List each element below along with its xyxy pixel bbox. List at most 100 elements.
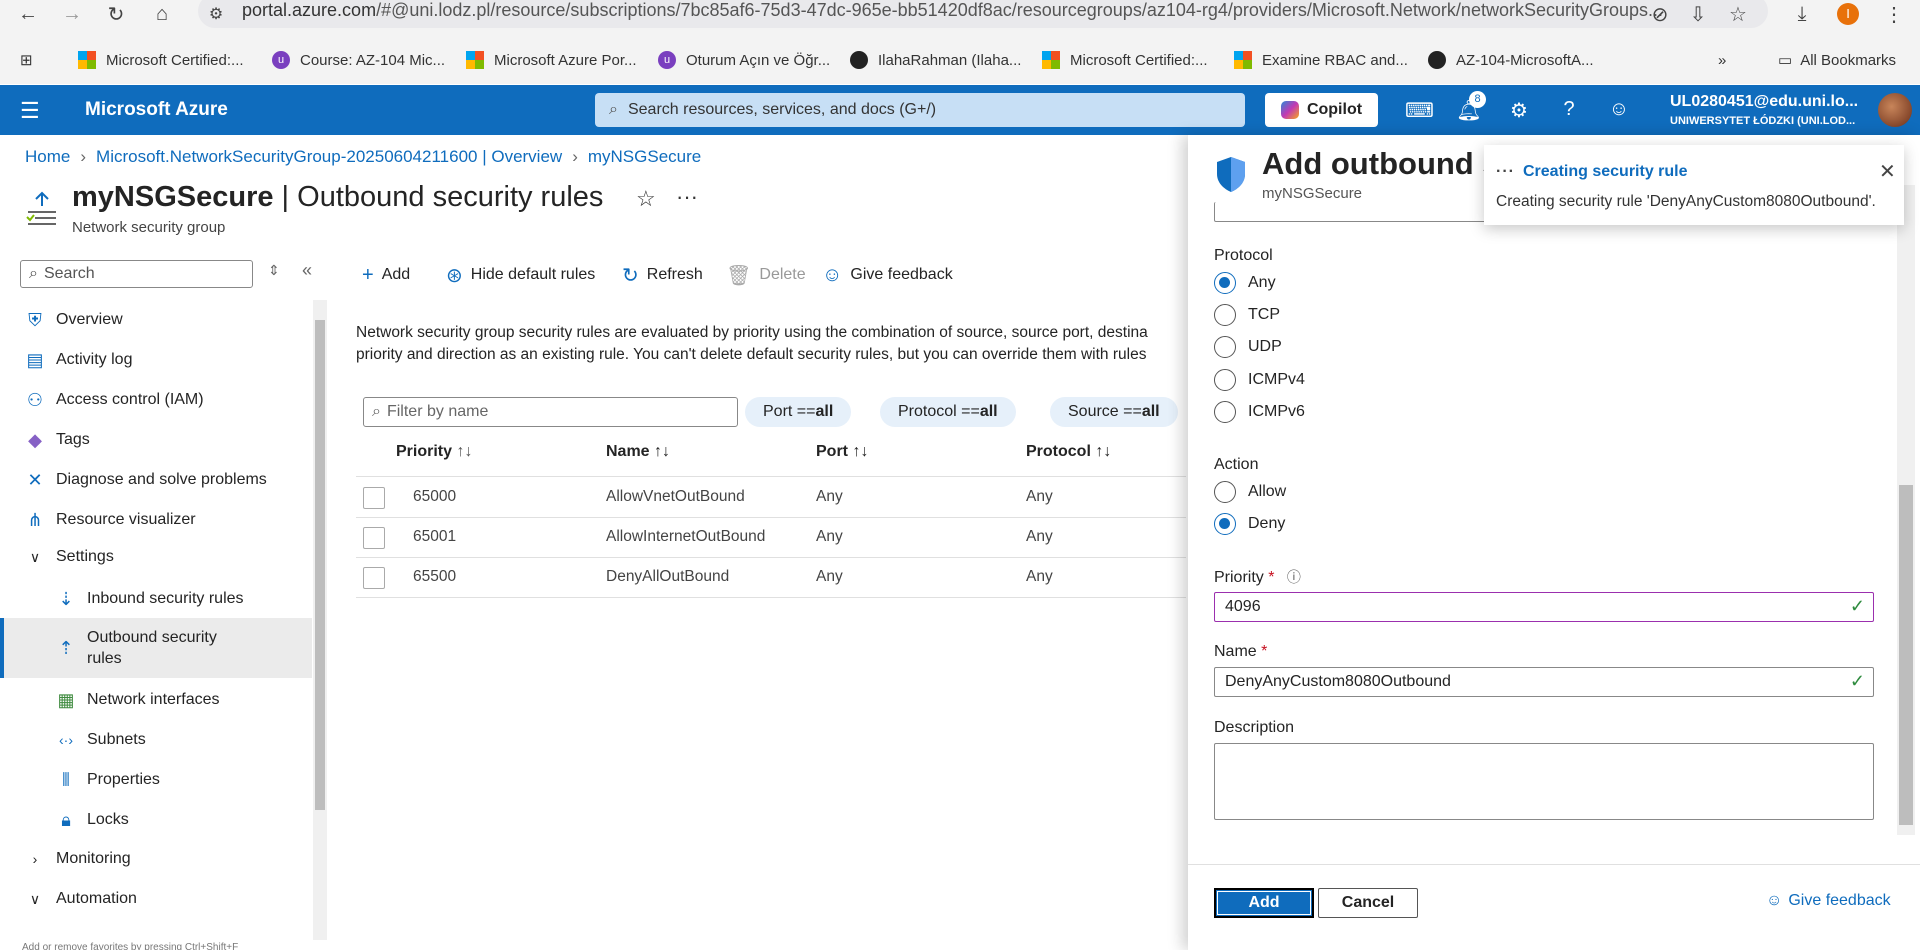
table-row[interactable]: 65500 DenyAllOutBound Any Any [356,558,1186,598]
bookmark-item[interactable]: u Oturum Açın ve Öğr... [658,48,830,72]
feedback-icon[interactable]: ☺ [1605,98,1633,122]
sidebar-item-outbound-rules[interactable]: ⇡ Outbound security rules [0,618,312,678]
sidebar-item-resource-visualizer[interactable]: ⋔ Resource visualizer [0,500,312,540]
filter-pill-source[interactable]: Source == all [1050,397,1178,427]
action-radio-deny[interactable]: Deny [1214,512,1285,536]
forward-icon[interactable]: → [56,0,88,28]
protocol-radio-icmpv6[interactable]: ICMPv6 [1214,400,1305,424]
inbound-rules-icon: ⇣ [58,588,74,609]
bookmark-label: IlahaRahman (Ilaha... [878,51,1022,69]
menu-icon[interactable]: ⋮ [1878,0,1910,28]
copilot-button[interactable]: Copilot [1265,93,1378,127]
translate-icon[interactable]: ⊘ [1644,0,1676,28]
bookmark-item[interactable]: Microsoft Certified:... [78,48,244,72]
radio-dot [1214,481,1236,503]
global-search-input[interactable]: ⌕ Search resources, services, and docs (G… [595,93,1245,127]
sidebar-item-inbound-rules[interactable]: ⇣ Inbound security rules [0,579,312,619]
more-bookmarks-icon[interactable]: » [1718,48,1726,72]
column-header-protocol[interactable]: Protocol ↑↓ [1026,443,1111,461]
user-name[interactable]: UL0280451@edu.uni.lo... [1670,93,1858,111]
downloads-icon[interactable]: ⤓ [1786,0,1818,28]
cancel-button[interactable]: Cancel [1318,888,1418,918]
sidebar-item-diagnose[interactable]: ✕ Diagnose and solve problems [0,460,312,500]
protocol-radio-tcp[interactable]: TCP [1214,303,1280,327]
protocol-radio-icmpv4[interactable]: ICMPv4 [1214,368,1305,392]
add-button[interactable]: Add [1214,888,1314,918]
sidebar-group-monitoring[interactable]: › Monitoring [0,839,312,879]
panel-feedback-link[interactable]: ☺ Give feedback [1766,892,1891,910]
people-icon: ⚇ [26,389,44,410]
sidebar-item-overview[interactable]: ⛨ Overview [0,300,312,340]
bookmark-item[interactable]: IlahaRahman (Ilaha... [850,48,1021,72]
help-icon[interactable]: ? [1555,98,1583,122]
row-checkbox[interactable] [363,567,385,589]
all-bookmarks-label: All Bookmarks [1800,51,1897,69]
breadcrumb-nsg-overview[interactable]: Microsoft.NetworkSecurityGroup-202506042… [96,147,562,166]
profile-avatar[interactable]: I [1832,0,1864,28]
home-icon[interactable]: ⌂ [146,0,178,28]
delete-button[interactable]: 🗑︎ Delete [726,263,806,287]
sidebar-item-iam[interactable]: ⚇ Access control (IAM) [0,380,312,420]
breadcrumb-home[interactable]: Home [25,147,70,166]
row-checkbox[interactable] [363,527,385,549]
filter-pill-port[interactable]: Port == all [745,397,852,427]
sidebar-item-locks[interactable]: 🔒︎ Locks [0,800,312,840]
avatar[interactable] [1878,93,1912,127]
description-textarea[interactable] [1214,743,1874,820]
site-info-icon[interactable]: ⚙ [200,0,232,28]
bookmark-item[interactable]: Microsoft Azure Por... [466,48,637,72]
table-row[interactable]: 65001 AllowInternetOutBound Any Any [356,518,1186,558]
row-checkbox[interactable] [363,487,385,509]
add-rule-button[interactable]: + Add [362,263,410,287]
panel-scrollbar-thumb[interactable] [1899,485,1913,825]
bookmark-item[interactable]: AZ-104-MicrosoftA... [1428,48,1594,72]
column-header-port[interactable]: Port ↑↓ [816,443,868,461]
portal-menu-icon[interactable]: ☰ [20,98,40,124]
bookmark-item[interactable]: Examine RBAC and... [1234,48,1408,72]
bookmark-item[interactable]: u Course: AZ-104 Mic... [272,48,445,72]
priority-input[interactable]: 4096 ✓ [1214,592,1874,622]
sidebar-item-tags[interactable]: ◆ Tags [0,420,312,460]
column-header-priority[interactable]: Priority ↑↓ [396,443,472,461]
protocol-radio-udp[interactable]: UDP [1214,335,1282,359]
action-radio-allow[interactable]: Allow [1214,480,1286,504]
name-input[interactable]: DenyAnyCustom8080Outbound ✓ [1214,667,1874,697]
more-options-icon[interactable]: ··· [676,184,698,210]
sidebar-group-settings[interactable]: ∨ Settings [0,537,312,577]
favorite-star-icon[interactable]: ☆ [636,186,656,212]
table-row[interactable]: 65000 AllowVnetOutBound Any Any [356,478,1186,518]
protocol-radio-any[interactable]: Any [1214,271,1276,295]
all-bookmarks[interactable]: ▭ All Bookmarks [1778,48,1896,72]
column-header-name[interactable]: Name ↑↓ [606,443,670,461]
sidebar-item-properties[interactable]: ⦀ Properties [0,760,312,800]
sidebar-item-activity-log[interactable]: ▤ Activity log [0,340,312,380]
sidebar-search-input[interactable]: ⌕ Search [20,260,253,288]
apps-icon[interactable]: ⊞ [20,48,33,72]
cloud-shell-icon[interactable]: ⌨ [1405,98,1434,122]
refresh-button[interactable]: ↻ Refresh [622,263,703,287]
filter-by-name-input[interactable]: ⌕ Filter by name [363,397,738,427]
collapse-sidebar-icon[interactable]: « [302,260,312,281]
notification-toast[interactable]: ··· Creating security rule Creating secu… [1484,145,1904,225]
close-icon[interactable]: ✕ [1879,159,1896,184]
brand-title[interactable]: Microsoft Azure [85,99,228,121]
action-label: Action [1214,456,1259,473]
microsoft-icon [1042,51,1060,69]
sort-updown-icon[interactable]: ⇕ [268,262,280,279]
back-icon[interactable]: ← [12,0,44,28]
filter-pill-protocol[interactable]: Protocol == all [880,397,1016,427]
hide-default-rules-button[interactable]: ⊛ Hide default rules [446,263,595,287]
info-icon[interactable]: ⓘ [1287,569,1301,585]
breadcrumb-nsg[interactable]: myNSGSecure [588,147,701,166]
reload-icon[interactable]: ↻ [100,0,132,28]
sidebar-scrollbar-thumb[interactable] [315,320,325,810]
settings-gear-icon[interactable]: ⚙ [1505,98,1533,122]
sidebar-group-automation[interactable]: ∨ Automation [0,879,312,919]
sidebar-item-subnets[interactable]: ‹·› Subnets [0,720,312,760]
sidebar-item-network-interfaces[interactable]: ▦ Network interfaces [0,680,312,720]
bookmark-item[interactable]: Microsoft Certified:... [1042,48,1208,72]
install-icon[interactable]: ⇩ [1682,0,1714,28]
chevron-down-icon: ∨ [29,890,41,907]
bookmark-star-icon[interactable]: ☆ [1722,0,1754,28]
give-feedback-button[interactable]: ☺ Give feedback [822,263,953,287]
